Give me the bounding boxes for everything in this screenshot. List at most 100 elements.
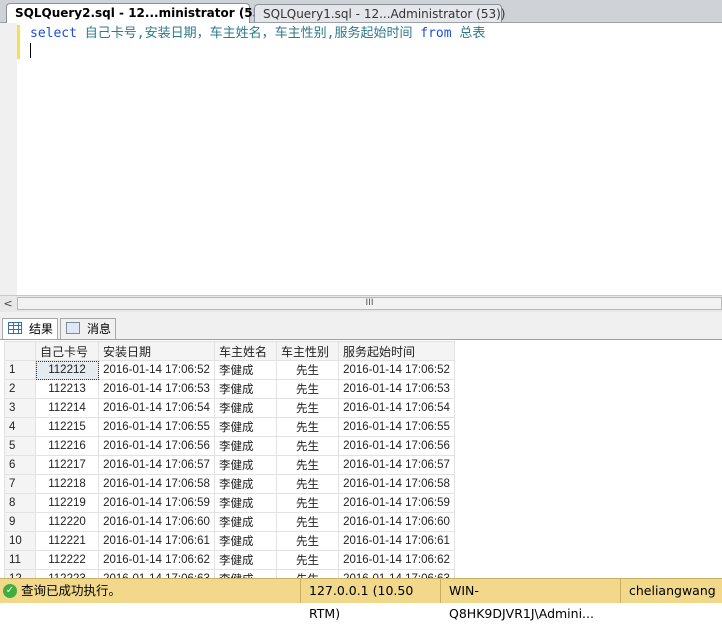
cell[interactable]: 2016-01-14 17:06:55 bbox=[338, 417, 455, 437]
cell[interactable]: 2016-01-14 17:06:61 bbox=[338, 531, 455, 551]
results-grid[interactable]: 自己卡号 安装日期 车主姓名 车主性别 服务起始时间 1 112212 2016-01-14… bbox=[0, 339, 722, 580]
cell[interactable]: 112219 bbox=[35, 493, 99, 513]
tab-messages-label: 消息 bbox=[87, 322, 112, 336]
column-header[interactable]: 服务起始时间 bbox=[338, 341, 455, 361]
status-message: 查询已成功执行。 bbox=[21, 583, 122, 598]
cell[interactable]: 2016-01-14 17:06:59 bbox=[338, 493, 455, 513]
cell[interactable]: 2016-01-14 17:06:56 bbox=[338, 436, 455, 456]
cell[interactable]: 2016-01-14 17:06:62 bbox=[98, 550, 215, 570]
horizontal-scrollbar[interactable]: < III bbox=[0, 295, 722, 313]
table-row[interactable]: 8 112219 2016-01-14 17:06:59 李健成 先生 2016-01-1… bbox=[4, 493, 455, 513]
cell[interactable]: 李健成 bbox=[214, 417, 277, 437]
status-login: WIN-Q8HK9DJVR1J\Admini... bbox=[440, 579, 620, 621]
cell[interactable]: 李健成 bbox=[214, 550, 277, 570]
cell[interactable]: 先生 bbox=[276, 455, 339, 475]
query-editor[interactable]: select 自己卡号,安装日期，车主姓名，车主性别,服务起始时间 from 总… bbox=[0, 23, 722, 295]
table-row[interactable]: 10 112221 2016-01-14 17:06:61 李健成 先生 2016-01-… bbox=[4, 531, 455, 551]
table-row[interactable]: 5 112216 2016-01-14 17:06:56 李健成 先生 2016-01-1… bbox=[4, 436, 455, 456]
cell[interactable]: 先生 bbox=[276, 512, 339, 532]
row-number[interactable]: 4 bbox=[4, 417, 36, 437]
cell[interactable]: 2016-01-14 17:06:56 bbox=[98, 436, 215, 456]
header-row: 自己卡号 安装日期 车主姓名 车主性别 服务起始时间 bbox=[4, 341, 455, 361]
cell[interactable]: 112216 bbox=[35, 436, 99, 456]
cell[interactable]: 先生 bbox=[276, 436, 339, 456]
cell[interactable]: 2016-01-14 17:06:58 bbox=[98, 474, 215, 494]
cell[interactable]: 2016-01-14 17:06:53 bbox=[98, 379, 215, 399]
cell[interactable]: 先生 bbox=[276, 550, 339, 570]
cell[interactable]: 李健成 bbox=[214, 379, 277, 399]
cell[interactable]: 李健成 bbox=[214, 531, 277, 551]
tab-sqlquery1[interactable]: SQLQuery1.sql - 12...Administrator (53)) bbox=[254, 4, 505, 22]
row-number[interactable]: 1 bbox=[4, 360, 36, 380]
row-number[interactable]: 9 bbox=[4, 512, 36, 532]
cell[interactable]: 李健成 bbox=[214, 398, 277, 418]
table-row[interactable]: 1 112212 2016-01-14 17:06:52 李健成 先生 2016-01-1… bbox=[4, 360, 455, 380]
row-number[interactable]: 11 bbox=[4, 550, 36, 570]
cell[interactable]: 李健成 bbox=[214, 436, 277, 456]
cell[interactable]: 2016-01-14 17:06:54 bbox=[98, 398, 215, 418]
column-header[interactable]: 自己卡号 bbox=[35, 341, 99, 361]
cell[interactable]: 2016-01-14 17:06:54 bbox=[338, 398, 455, 418]
table-row[interactable]: 7 112218 2016-01-14 17:06:58 李健成 先生 2016-01-1… bbox=[4, 474, 455, 494]
row-number[interactable]: 8 bbox=[4, 493, 36, 513]
cell[interactable]: 李健成 bbox=[214, 360, 277, 380]
cell[interactable]: 112221 bbox=[35, 531, 99, 551]
cell[interactable]: 2016-01-14 17:06:52 bbox=[98, 360, 215, 380]
scroll-thumb[interactable]: III bbox=[17, 297, 722, 310]
cell[interactable]: 2016-01-14 17:06:62 bbox=[338, 550, 455, 570]
cell[interactable]: 李健成 bbox=[214, 455, 277, 475]
scroll-left-icon[interactable]: < bbox=[0, 296, 16, 312]
column-header[interactable]: 安装日期 bbox=[98, 341, 215, 361]
grid-icon bbox=[8, 322, 22, 334]
table-row[interactable]: 11 112222 2016-01-14 17:06:62 李健成 先生 2016-01-… bbox=[4, 550, 455, 570]
cell[interactable]: 2016-01-14 17:06:60 bbox=[338, 512, 455, 532]
table-row[interactable]: 9 112220 2016-01-14 17:06:60 李健成 先生 2016-01-1… bbox=[4, 512, 455, 532]
cell[interactable]: 112220 bbox=[35, 512, 99, 532]
table-row[interactable]: 4 112215 2016-01-14 17:06:55 李健成 先生 2016-01-1… bbox=[4, 417, 455, 437]
row-number[interactable]: 2 bbox=[4, 379, 36, 399]
cell[interactable]: 112212 bbox=[35, 360, 99, 380]
cell[interactable]: 先生 bbox=[276, 417, 339, 437]
cell[interactable]: 2016-01-14 17:06:61 bbox=[98, 531, 215, 551]
cell[interactable]: 先生 bbox=[276, 360, 339, 380]
cell[interactable]: 先生 bbox=[276, 398, 339, 418]
cell[interactable]: 112214 bbox=[35, 398, 99, 418]
row-number[interactable]: 5 bbox=[4, 436, 36, 456]
cell[interactable]: 李健成 bbox=[214, 512, 277, 532]
cell[interactable]: 2016-01-14 17:06:57 bbox=[98, 455, 215, 475]
row-number[interactable]: 10 bbox=[4, 531, 36, 551]
corner-cell[interactable] bbox=[4, 341, 36, 361]
cell[interactable]: 2016-01-14 17:06:58 bbox=[338, 474, 455, 494]
cell[interactable]: 先生 bbox=[276, 474, 339, 494]
tab-sqlquery2[interactable]: SQLQuery2.sql - 12...ministrator (55))* bbox=[6, 3, 278, 23]
cell[interactable]: 112217 bbox=[35, 455, 99, 475]
column-header[interactable]: 车主姓名 bbox=[214, 341, 277, 361]
table-row[interactable]: 3 112214 2016-01-14 17:06:54 李健成 先生 2016-01-1… bbox=[4, 398, 455, 418]
table-row[interactable]: 6 112217 2016-01-14 17:06:57 李健成 先生 2016-01-1… bbox=[4, 455, 455, 475]
cell[interactable]: 2016-01-14 17:06:59 bbox=[98, 493, 215, 513]
status-server: 127.0.0.1 (10.50 RTM) bbox=[300, 579, 440, 621]
column-header[interactable]: 车主性别 bbox=[276, 341, 339, 361]
row-number[interactable]: 6 bbox=[4, 455, 36, 475]
tab-messages[interactable]: 消息 bbox=[60, 318, 116, 339]
cell[interactable]: 2016-01-14 17:06:53 bbox=[338, 379, 455, 399]
cell[interactable]: 先生 bbox=[276, 379, 339, 399]
cell[interactable]: 112213 bbox=[35, 379, 99, 399]
row-number[interactable]: 3 bbox=[4, 398, 36, 418]
cell[interactable]: 李健成 bbox=[214, 474, 277, 494]
cell[interactable]: 先生 bbox=[276, 493, 339, 513]
cell[interactable]: 先生 bbox=[276, 531, 339, 551]
cell[interactable]: 2016-01-14 17:06:55 bbox=[98, 417, 215, 437]
cell[interactable]: 112215 bbox=[35, 417, 99, 437]
cell[interactable]: 2016-01-14 17:06:52 bbox=[338, 360, 455, 380]
cell[interactable]: 2016-01-14 17:06:60 bbox=[98, 512, 215, 532]
cell[interactable]: 李健成 bbox=[214, 493, 277, 513]
cell[interactable]: 112222 bbox=[35, 550, 99, 570]
cell[interactable]: 2016-01-14 17:06:57 bbox=[338, 455, 455, 475]
row-number[interactable]: 7 bbox=[4, 474, 36, 494]
tab-results-label: 结果 bbox=[29, 322, 54, 336]
tab-results[interactable]: 结果 bbox=[2, 318, 58, 339]
cell[interactable]: 112218 bbox=[35, 474, 99, 494]
query-text[interactable]: select 自己卡号,安装日期，车主姓名，车主性别,服务起始时间 from 总… bbox=[30, 25, 485, 42]
table-row[interactable]: 2 112213 2016-01-14 17:06:53 李健成 先生 2016-01-1… bbox=[4, 379, 455, 399]
